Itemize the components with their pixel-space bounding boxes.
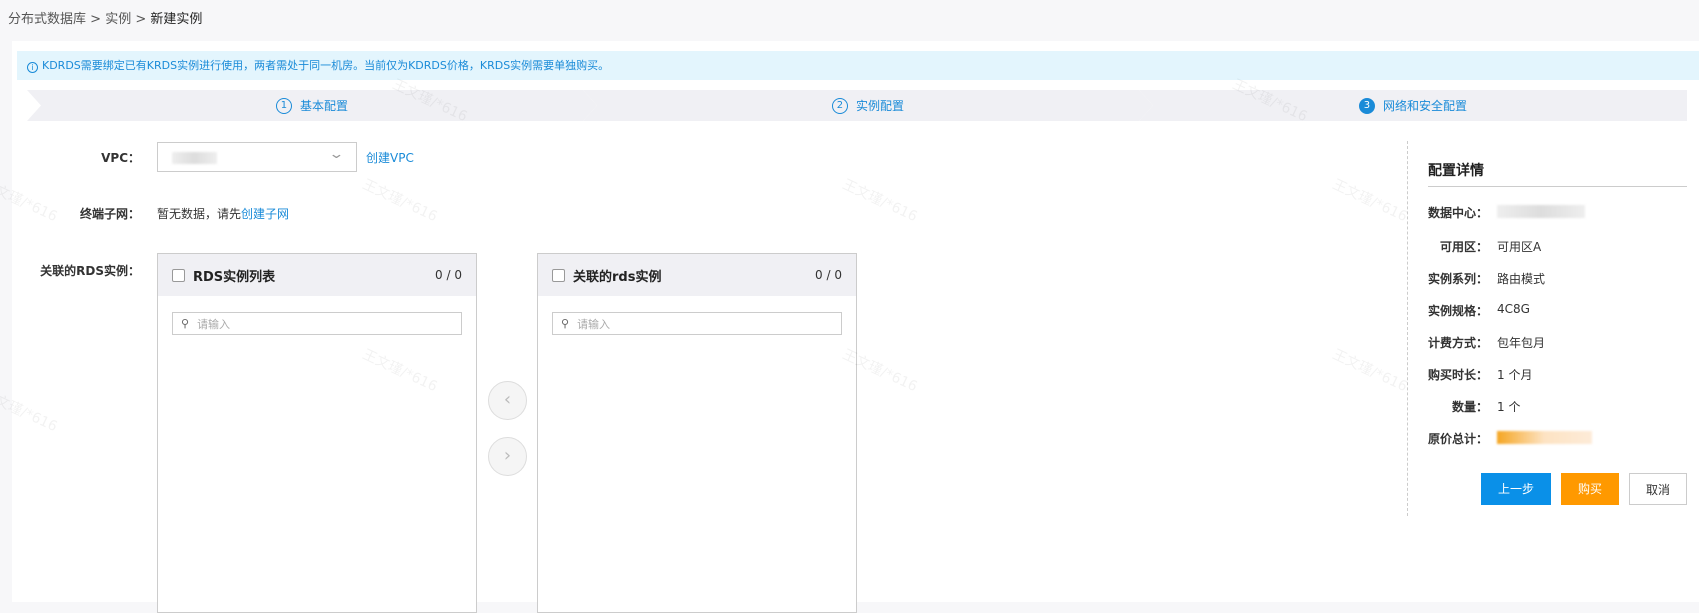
list-count: 0 / 0 (815, 268, 842, 282)
breadcrumb-sep: > (90, 12, 102, 27)
search-input[interactable]: ⚲ 请输入 (172, 312, 462, 335)
breadcrumb-current: 新建实例 (150, 12, 203, 27)
breadcrumb: 分布式数据库 > 实例 > 新建实例 (8, 8, 202, 27)
summary-label: 购买时长： (1427, 368, 1488, 382)
rds-source-list: RDS实例列表 0 / 0 ⚲ 请输入 (157, 253, 477, 613)
summary-value: 1 个 (1497, 400, 1521, 414)
subnet-empty-text: 暂无数据，请先 (157, 207, 242, 221)
summary-label: 实例规格： (1427, 304, 1488, 318)
step-label: 网络和安全配置 (1382, 99, 1467, 113)
rds-label: 关联的RDS实例： (40, 264, 140, 278)
vpc-value-redacted (172, 152, 217, 164)
step-number: 2 (832, 98, 848, 114)
breadcrumb-sep: > (135, 12, 147, 27)
move-right-button[interactable]: › (488, 437, 527, 476)
redacted-value (1497, 205, 1585, 218)
step-number: 3 (1358, 97, 1375, 114)
list-title: RDS实例列表 (193, 269, 276, 285)
buy-button[interactable]: 购买 (1561, 473, 1619, 505)
step-label: 实例配置 (855, 99, 904, 113)
summary-value: 可用区A (1497, 240, 1542, 254)
chevron-down-icon: ⌄ (328, 147, 345, 162)
summary-value: 4C8G (1497, 302, 1530, 316)
move-left-button[interactable]: ‹ (488, 381, 527, 420)
summary-value: 路由模式 (1497, 272, 1546, 286)
info-alert: i KDRDS需要绑定已有KRDS实例进行使用，两者需处于同一机房。当前仅为KDR… (17, 51, 1699, 80)
summary-value: 包年包月 (1497, 336, 1546, 350)
step-3: 3 网络和安全配置 (1139, 90, 1687, 121)
search-icon: ⚲ (561, 317, 570, 330)
summary-value: 1 个月 (1497, 368, 1533, 382)
create-subnet-link[interactable]: 创建子网 (241, 207, 289, 221)
alert-text: KDRDS需要绑定已有KRDS实例进行使用，两者需处于同一机房。当前仅为KDRD… (42, 59, 610, 72)
chevron-left-icon: ‹ (503, 389, 512, 410)
summary-divider (1407, 141, 1408, 516)
search-placeholder: 请输入 (577, 317, 611, 331)
cancel-button[interactable]: 取消 (1629, 473, 1687, 505)
step-1: 1 基本配置 (27, 90, 597, 121)
summary-label: 原价总计： (1427, 432, 1488, 446)
summary-label: 可用区： (1439, 240, 1488, 254)
summary-label: 计费方式： (1427, 336, 1488, 350)
redacted-value (1497, 431, 1592, 444)
summary-title: 配置详情 (1428, 163, 1484, 179)
info-icon: i (27, 62, 38, 73)
select-all-checkbox[interactable] (172, 268, 185, 282)
vpc-select[interactable]: ⌄ (157, 142, 357, 172)
step-2: 2 实例配置 (583, 90, 1153, 121)
summary-separator (1428, 186, 1687, 187)
search-placeholder: 请输入 (197, 317, 231, 331)
chevron-right-icon: › (503, 445, 512, 466)
step-number: 1 (276, 98, 292, 114)
search-input[interactable]: ⚲ 请输入 (552, 312, 842, 335)
breadcrumb-item[interactable]: 分布式数据库 (8, 12, 86, 27)
step-label: 基本配置 (299, 99, 348, 113)
subnet-label: 终端子网： (79, 207, 140, 221)
list-title: 关联的rds实例 (573, 269, 662, 285)
summary-label: 数量： (1451, 400, 1488, 414)
rds-target-list: 关联的rds实例 0 / 0 ⚲ 请输入 (537, 253, 857, 613)
summary-label: 数据中心： (1427, 206, 1488, 220)
vpc-label: VPC： (101, 151, 140, 165)
prev-step-button[interactable]: 上一步 (1481, 473, 1551, 505)
list-count: 0 / 0 (435, 268, 462, 282)
create-vpc-link[interactable]: 创建VPC (366, 149, 414, 166)
select-all-checkbox[interactable] (552, 268, 565, 282)
subnet-empty: 暂无数据，请先创建子网 (157, 205, 289, 222)
search-icon: ⚲ (181, 317, 190, 330)
breadcrumb-item[interactable]: 实例 (105, 12, 131, 27)
summary-label: 实例系列： (1427, 272, 1488, 286)
